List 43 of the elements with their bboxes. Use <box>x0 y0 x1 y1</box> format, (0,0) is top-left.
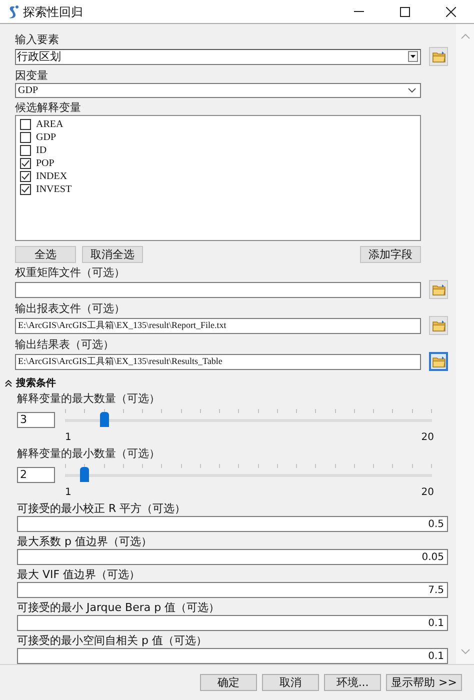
field-label: 解释变量的最小数量（可选） <box>17 447 161 460</box>
field-label: 输入要素 <box>15 33 60 46</box>
dialog-button[interactable]: 确定 <box>200 674 258 691</box>
max-value-label: 20 <box>421 487 434 499</box>
variable-name: GDP <box>36 132 56 144</box>
field-label: 可接受的最小校正 R 平方（可选） <box>17 502 187 515</box>
variable-name: ID <box>36 144 47 156</box>
field-label: 最大 VIF 值边界（可选） <box>17 568 142 581</box>
dialog-button[interactable]: 环境... <box>324 674 382 691</box>
number-field[interactable]: 0.1 <box>17 615 448 631</box>
number-field[interactable]: 3 <box>17 412 55 428</box>
dropdown-field[interactable]: 行政区划 <box>15 48 421 64</box>
add-field-button[interactable]: 添加字段 <box>360 246 421 263</box>
variable-name: POP <box>36 158 54 170</box>
dropdown-field[interactable]: GDP <box>15 83 421 98</box>
max-value-label: 20 <box>421 432 434 444</box>
list-action-button[interactable]: 全选 <box>15 246 76 263</box>
field-label: 权重矩阵文件（可选） <box>15 266 126 279</box>
variable-name: INDEX <box>36 170 68 182</box>
path-field[interactable]: E:\ArcGIS\ArcGIS工具箱\EX_135\result\Report_File.txt <box>15 318 421 334</box>
list-action-button[interactable]: 取消全选 <box>82 246 143 263</box>
section-title: 搜索条件 <box>16 376 56 390</box>
window-title: 探索性回归 <box>23 4 83 20</box>
variable-name: INVEST <box>36 184 72 196</box>
path-field[interactable]: E:\ArcGIS\ArcGIS工具箱\EX_135\result\Results_Table <box>15 354 421 370</box>
field-label: 最大系数 p 值边界（可选） <box>17 535 153 548</box>
number-field[interactable]: 0.5 <box>17 516 448 532</box>
min-value-label: 1 <box>65 487 72 499</box>
number-field[interactable]: 0.1 <box>17 648 448 664</box>
dialog-button[interactable]: 取消 <box>262 674 320 691</box>
variable-name: AREA <box>36 118 64 130</box>
number-field[interactable]: 0.05 <box>17 549 448 565</box>
number-field[interactable]: 2 <box>17 467 55 483</box>
number-field[interactable]: 7.5 <box>17 582 448 598</box>
field-label: 可接受的最小空间自相关 p 值（可选） <box>17 634 208 647</box>
field-label: 因变量 <box>15 69 49 82</box>
field-label: 可接受的最小 Jarque Bera p 值（可选） <box>17 601 221 614</box>
field-label: 解释变量的最大数量（可选） <box>17 392 161 405</box>
field-label: 输出结果表（可选） <box>15 338 115 351</box>
min-value-label: 1 <box>65 432 72 444</box>
field-label: 候选解释变量 <box>15 101 82 114</box>
field-label: 输出报表文件（可选） <box>15 302 126 315</box>
dialog-button[interactable]: 显示帮助 >> <box>386 674 462 691</box>
